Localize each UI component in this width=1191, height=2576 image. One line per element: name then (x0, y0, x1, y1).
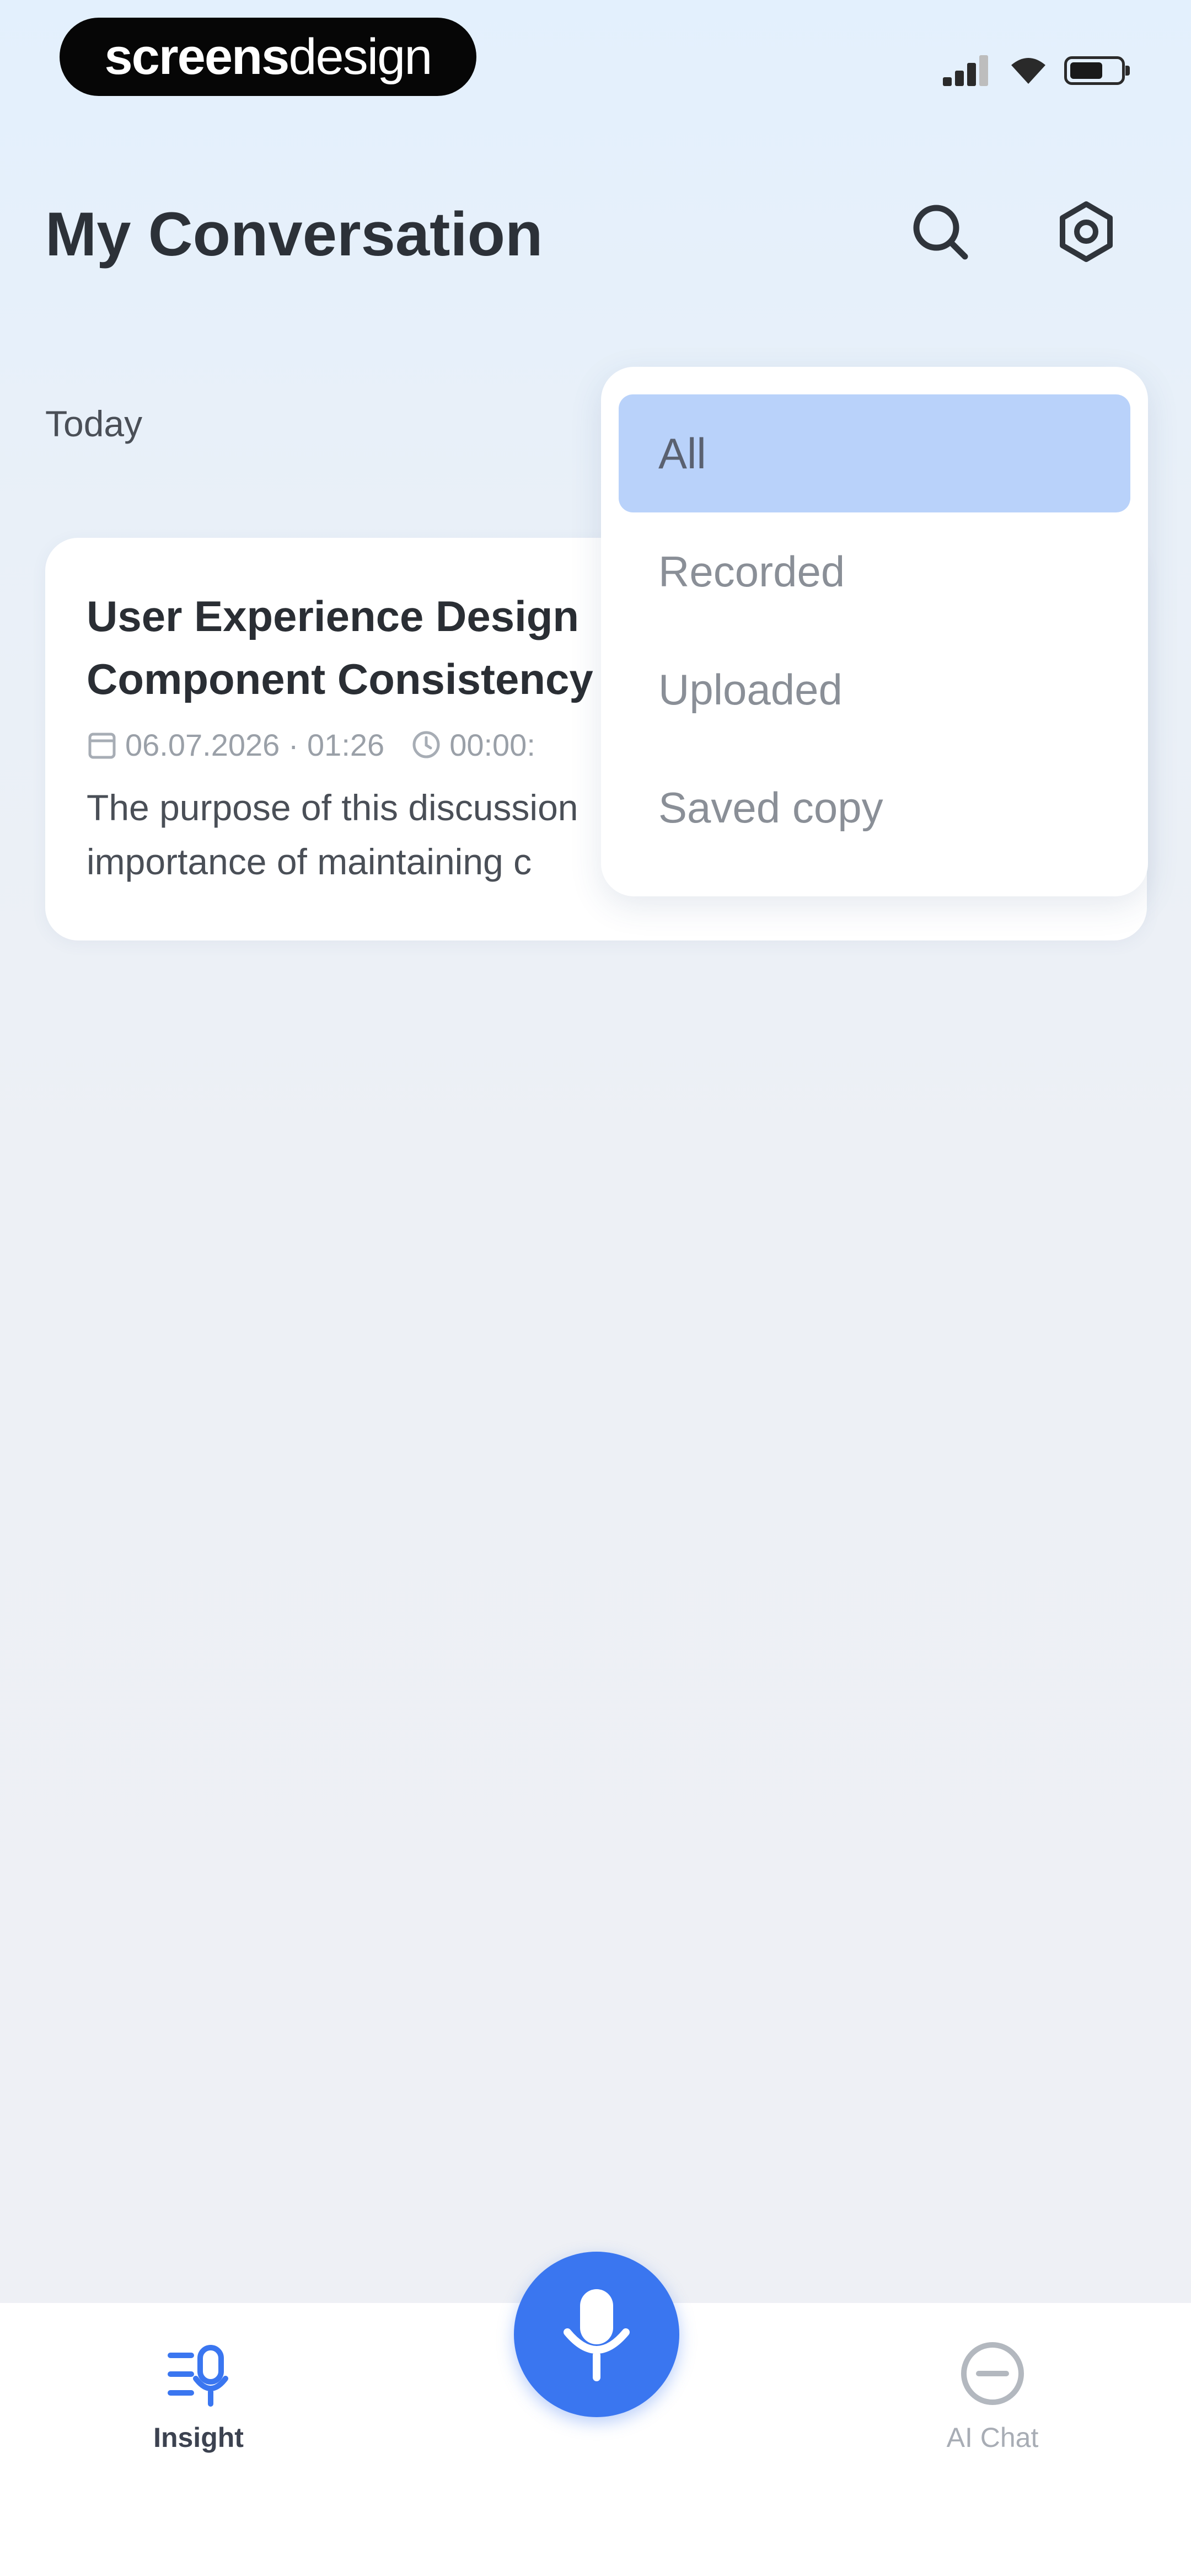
status-icons (899, 53, 1130, 86)
wifi-icon (1011, 58, 1045, 84)
gear-icon (1060, 201, 1113, 262)
battery-icon (1064, 56, 1130, 85)
card-duration: 00:00: (449, 727, 535, 762)
search-icon (913, 205, 968, 260)
filter-option-saved-copy[interactable]: Saved copy (619, 749, 1130, 867)
calendar-icon (88, 733, 116, 759)
card-title: User Experience Design Component Consist… (87, 585, 666, 710)
filter-dropdown: All Recorded Uploaded Saved copy (601, 367, 1148, 896)
card-title-line2: Component Consistency (87, 655, 593, 703)
brand-logo: screens design (60, 18, 476, 96)
filter-option-recorded[interactable]: Recorded (619, 512, 1130, 630)
settings-button[interactable] (1050, 196, 1122, 268)
clock-icon (412, 731, 440, 758)
record-mic-button[interactable] (514, 2252, 679, 2417)
page-title: My Conversation (45, 200, 543, 269)
tab-ai-chat-label: AI Chat (946, 2422, 1039, 2453)
tab-ai-chat[interactable]: AI Chat (910, 2339, 1075, 2454)
filter-option-uploaded[interactable]: Uploaded (619, 630, 1130, 749)
tab-insight[interactable]: Insight (116, 2339, 281, 2454)
conversation-screen: screens design My Conversation Today Use… (0, 0, 1191, 2576)
section-label-today: Today (45, 403, 143, 444)
search-button[interactable] (904, 196, 976, 268)
insight-icon (168, 2345, 228, 2407)
chat-icon (961, 2342, 1024, 2405)
signal-icon (943, 53, 993, 86)
status-bar: screens design (0, 0, 1191, 116)
card-desc-line1: The purpose of this discussion (87, 787, 578, 828)
brand-logo-light: design (288, 28, 432, 85)
tab-insight-label: Insight (153, 2422, 244, 2453)
tab-insight-icon-wrap (163, 2339, 234, 2411)
card-description: The purpose of this discussion importanc… (87, 781, 666, 889)
microphone-icon (564, 2289, 630, 2381)
card-meta: 06.07.2026 · 01:26 00:00: (87, 725, 666, 764)
card-date: 06.07.2026 · 01:26 (125, 727, 385, 762)
brand-logo-bold: screens (104, 28, 290, 85)
card-title-line1: User Experience Design (87, 592, 580, 640)
tab-chat-icon-wrap (957, 2339, 1028, 2411)
card-desc-line2: importance of maintaining c (87, 841, 532, 882)
filter-option-all[interactable]: All (619, 394, 1130, 512)
